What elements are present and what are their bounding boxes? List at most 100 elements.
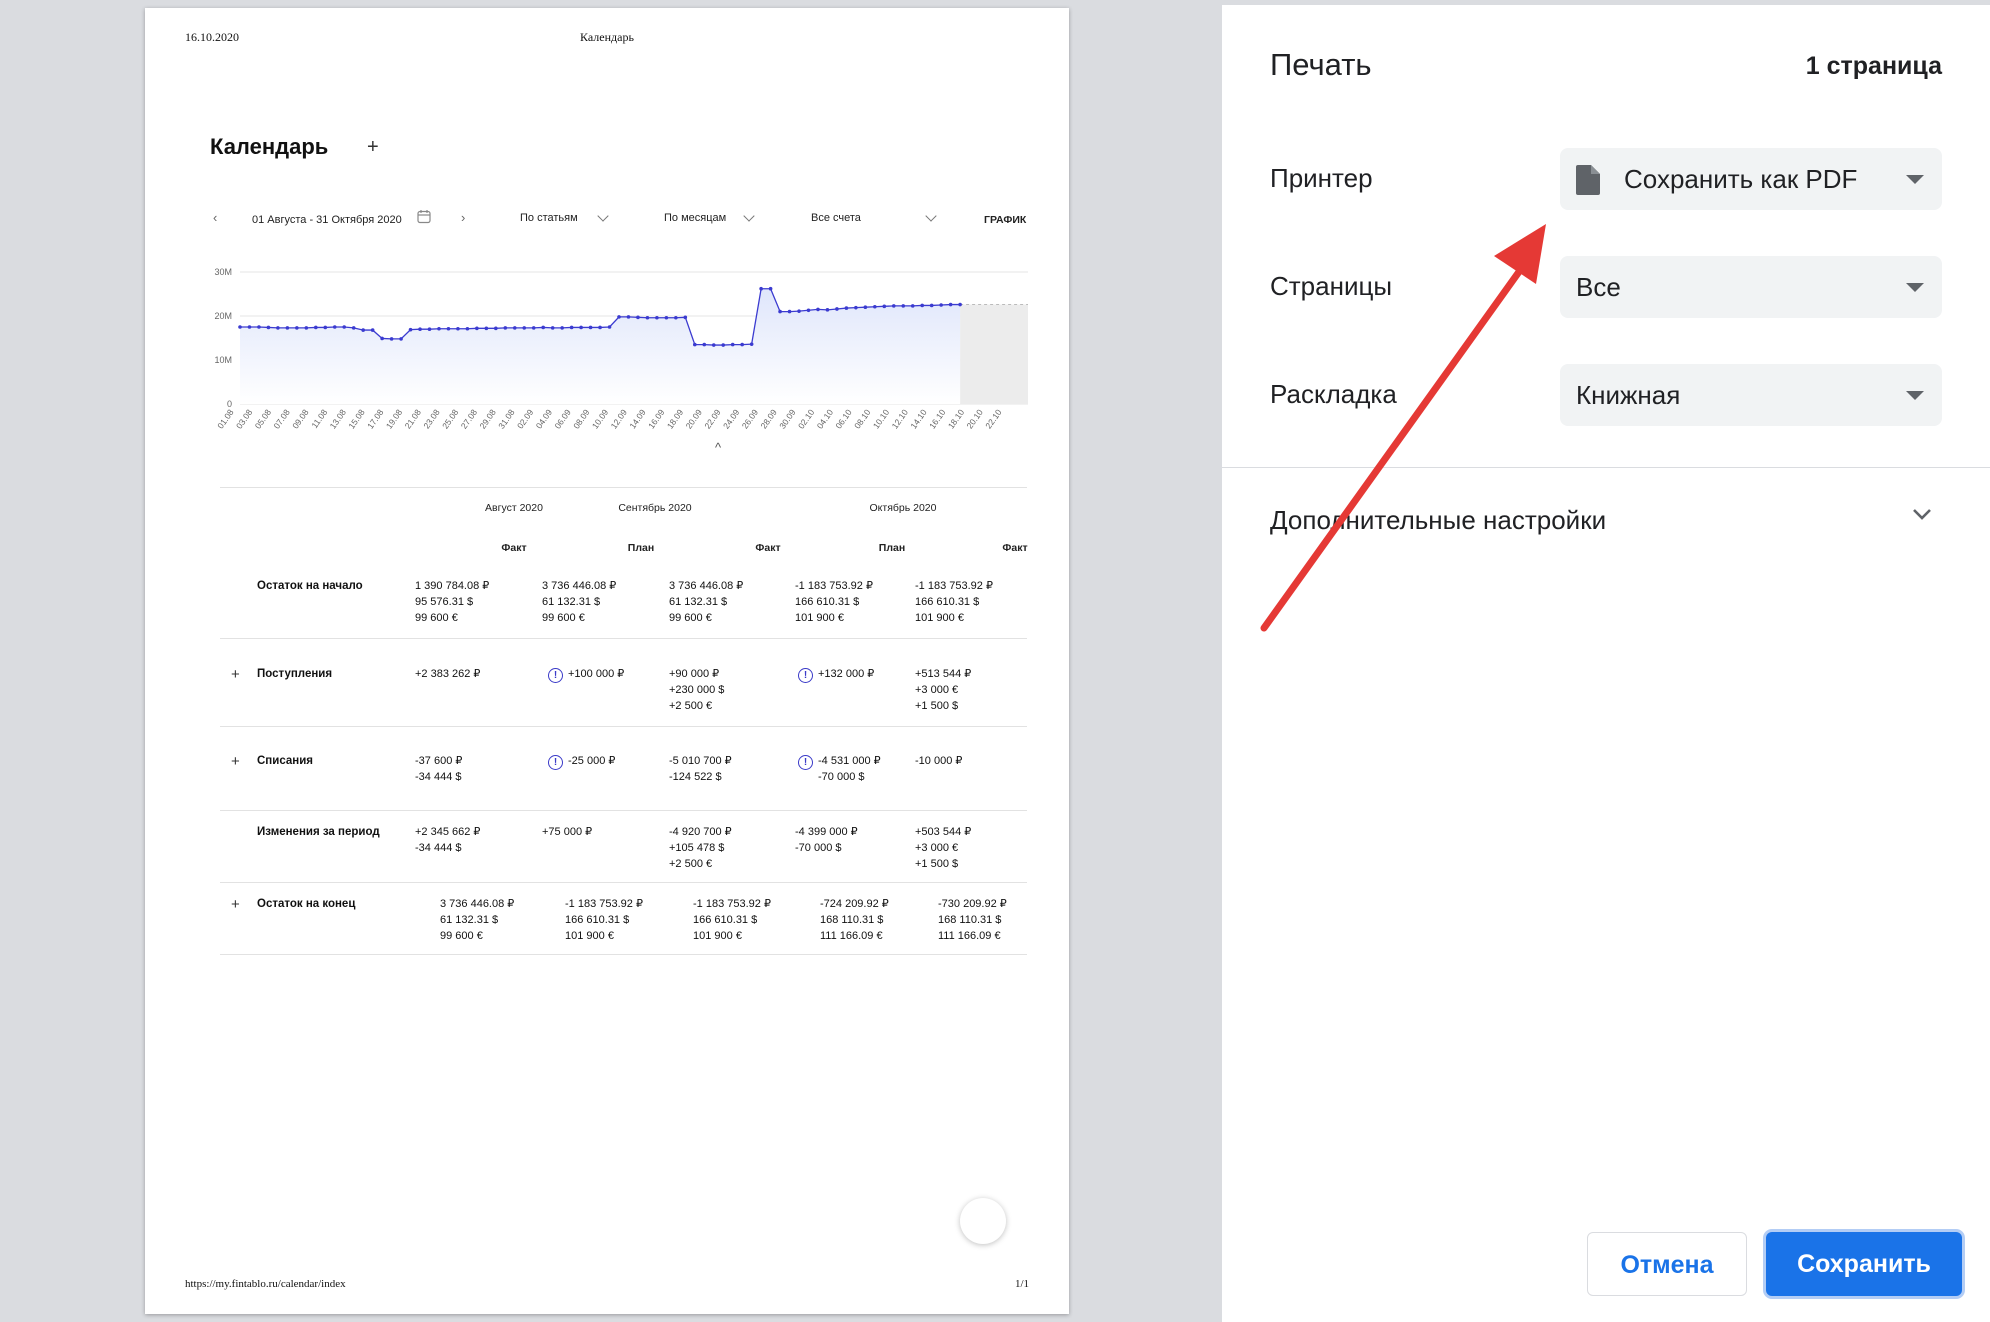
data-point (484, 326, 489, 331)
pages-select[interactable]: Все (1560, 256, 1942, 318)
table-cell: -730 209.92 ₽ 168 110.31 $ 111 166.09 € (938, 896, 1007, 944)
data-point (844, 306, 849, 310)
data-point (314, 325, 318, 330)
y-tick-label: 20M (214, 311, 232, 321)
warning-icon[interactable]: ! (548, 668, 563, 683)
data-point (825, 308, 830, 312)
printer-value: Сохранить как PDF (1624, 164, 1858, 194)
data-point (342, 325, 347, 329)
cell-value: 166 610.31 $ (693, 914, 758, 926)
cell-value: +1 500 $ (915, 858, 959, 870)
more-settings-toggle[interactable]: Дополнительные настройки (1222, 485, 1990, 555)
page-count: 1 страница (1805, 52, 1942, 80)
data-point (702, 342, 707, 347)
cell-value: -1 183 753.92 ₽ (693, 898, 771, 910)
data-point (494, 326, 498, 331)
data-point (693, 342, 697, 347)
x-tick-label: 14.10 (908, 407, 929, 430)
data-point (806, 308, 811, 313)
cell-value: +2 500 € (669, 858, 713, 870)
x-tick-label: 28.09 (758, 407, 779, 430)
x-tick-label: 07.08 (271, 407, 292, 430)
data-point (835, 307, 839, 311)
chart-view-toggle[interactable]: ГРАФИК (984, 214, 1026, 226)
cell-value: 99 600 € (542, 612, 585, 624)
cell-value: 3 736 446.08 ₽ (542, 580, 617, 592)
cell-value: +230 000 $ (669, 684, 725, 696)
cell-value: -37 600 ₽ (415, 755, 463, 767)
pages-label: Страницы (1270, 271, 1393, 301)
table-cell: -724 209.92 ₽ 168 110.31 $ 111 166.09 € (820, 896, 889, 944)
table-cell: 3 736 446.08 ₽ 61 132.31 $ 99 600 € (542, 578, 616, 626)
pages-value: Все (1576, 272, 1621, 302)
expand-row-icon[interactable]: + (231, 666, 240, 683)
data-point (257, 325, 261, 329)
table-cell: -1 183 753.92 ₽ 166 610.31 $ 101 900 € (915, 578, 993, 626)
cell-value: +3 000 € (915, 684, 959, 696)
table-cell: 3 736 446.08 ₽ 61 132.31 $ 99 600 € (440, 896, 514, 944)
expand-row-icon[interactable]: + (231, 753, 240, 770)
save-button[interactable]: Сохранить (1766, 1232, 1962, 1296)
cell-value: -124 522 $ (669, 771, 722, 783)
next-period-icon[interactable]: › (461, 210, 465, 225)
expand-row-icon[interactable]: + (231, 896, 240, 913)
cell-value: +1 500 $ (915, 700, 959, 712)
data-point (380, 336, 384, 341)
series-area (240, 288, 961, 404)
data-point (295, 326, 299, 330)
preview-page: 16.10.2020 Календарь Календарь + ‹ 01 Ав… (145, 8, 1069, 1314)
group-by-select[interactable]: По статьям (520, 212, 578, 224)
x-tick-label: 21.08 (403, 407, 424, 430)
table-cell: ! -4 531 000 ₽ -70 000 $ (798, 753, 881, 785)
data-point (361, 328, 365, 332)
x-tick-label: 22.09 (702, 407, 723, 430)
balance-chart: 0 10M 20M 30M 01.0803.0805.0807.0809.0811.08… (214, 267, 1028, 431)
cell-value: -70 000 $ (818, 771, 865, 783)
cell-value: +2 500 € (669, 700, 713, 712)
accounts-select[interactable]: Все счета (811, 212, 861, 224)
warning-icon[interactable]: ! (548, 755, 563, 770)
data-point (427, 327, 432, 331)
printer-select[interactable]: Сохранить как PDF (1560, 148, 1942, 210)
data-point (816, 307, 820, 312)
data-point (456, 326, 460, 331)
table-cell: ! -25 000 ₽ (548, 753, 615, 770)
table-cell: ! +100 000 ₽ (548, 666, 624, 683)
data-point (247, 325, 252, 329)
forecast-area (960, 304, 1028, 404)
floating-action-button[interactable] (960, 1198, 1006, 1244)
row-divider (220, 726, 1027, 727)
data-point (740, 342, 744, 347)
data-point (882, 304, 887, 309)
cell-value: 168 110.31 $ (938, 914, 1002, 926)
warning-icon[interactable]: ! (798, 755, 813, 770)
cell-value: +2 383 262 ₽ (415, 668, 481, 680)
data-point (588, 325, 593, 330)
data-point (721, 343, 726, 347)
data-point (475, 326, 479, 331)
x-tick-label: 02.10 (796, 407, 817, 430)
x-tick-label: 11.08 (309, 407, 329, 430)
add-icon[interactable]: + (367, 136, 379, 159)
collapse-chart-icon[interactable]: ^ (715, 440, 721, 455)
cancel-button[interactable]: Отмена (1587, 1232, 1747, 1296)
row-label: Остаток на начало (257, 580, 363, 592)
cell-value: 166 610.31 $ (915, 596, 980, 608)
data-point (901, 304, 906, 308)
calendar-icon[interactable] (417, 209, 431, 224)
data-point (437, 326, 441, 331)
layout-select[interactable]: Книжная (1560, 364, 1942, 426)
table-cell: -1 183 753.92 ₽ 166 610.31 $ 101 900 € (693, 896, 771, 944)
warning-icon[interactable]: ! (798, 668, 813, 683)
prev-period-icon[interactable]: ‹ (213, 210, 217, 225)
x-tick-label: 18.10 (946, 407, 967, 430)
cell-value: -4 399 000 ₽ (795, 826, 858, 838)
period-select[interactable]: По месяцам (664, 212, 726, 224)
cell-value: +513 544 ₽ (915, 668, 972, 680)
x-tick-label: 06.10 (833, 407, 854, 430)
x-tick-label: 17.08 (365, 407, 386, 430)
date-range-label[interactable]: 01 Августа - 31 Октября 2020 (252, 214, 402, 226)
cell-value: -10 000 ₽ (915, 755, 963, 767)
chevron-down-icon (1912, 507, 1932, 526)
cell-value: 111 166.09 € (820, 930, 883, 942)
